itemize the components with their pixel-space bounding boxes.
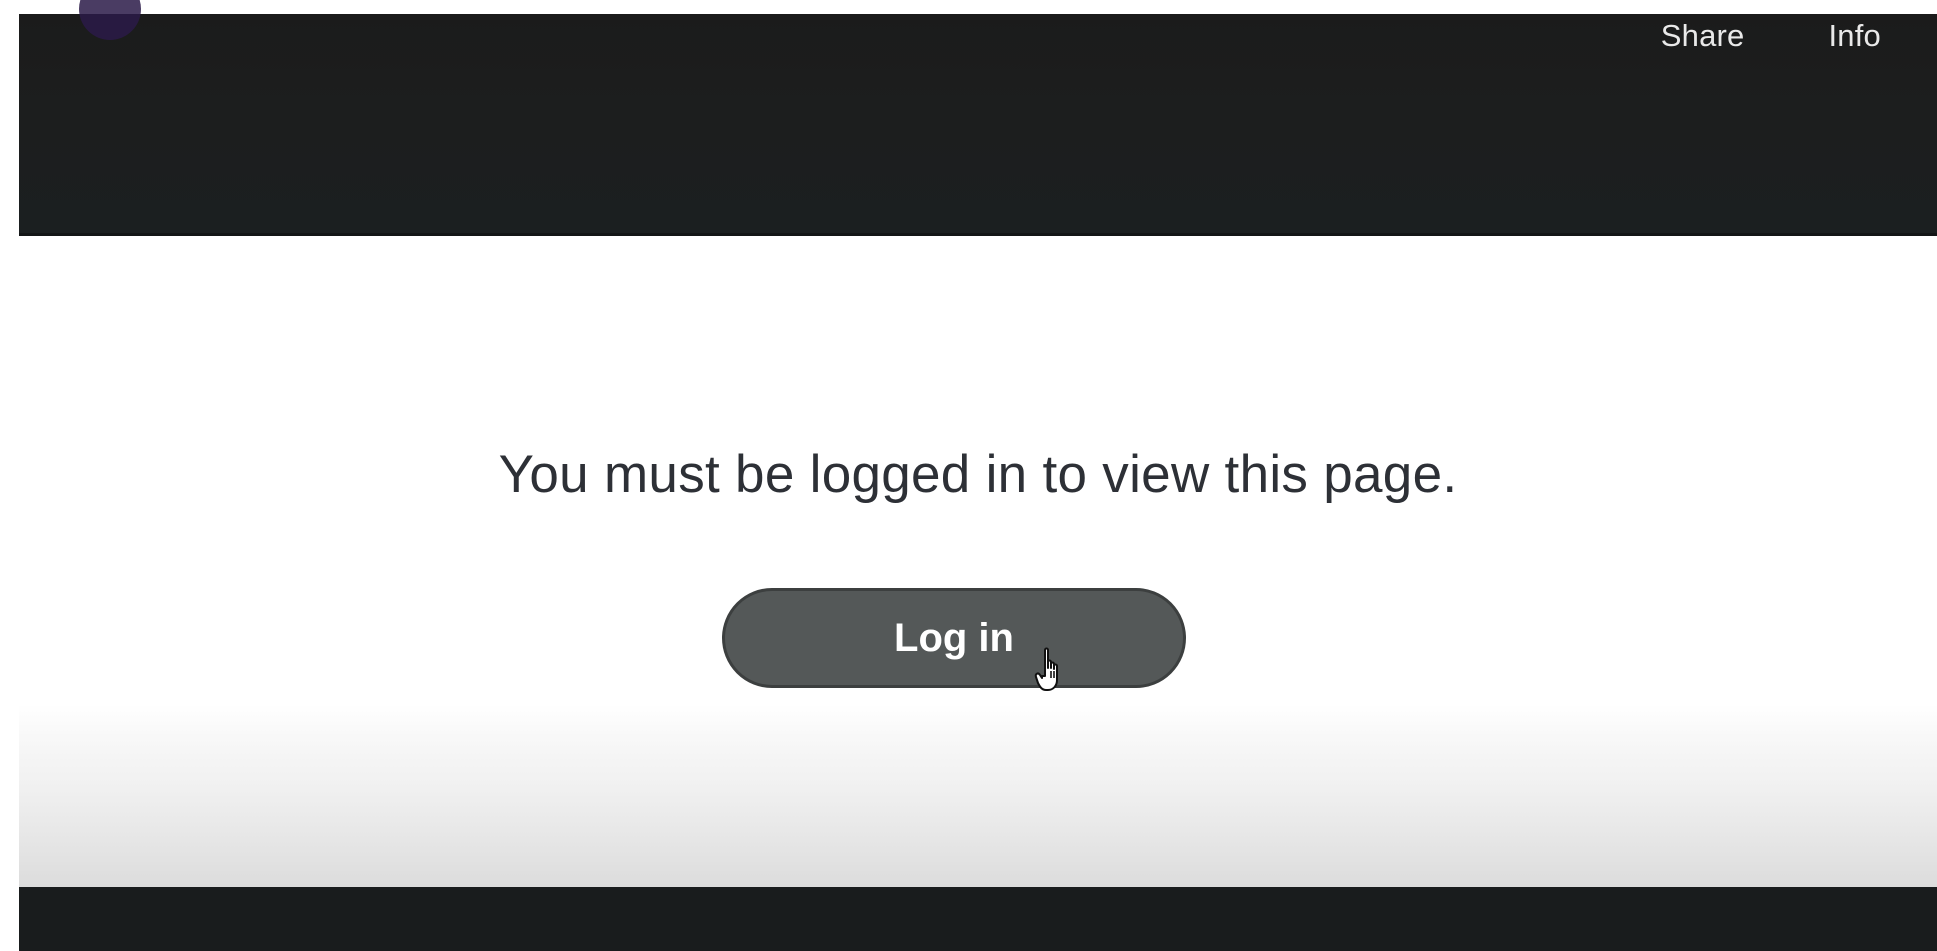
site-footer [19, 887, 1937, 951]
site-header: Share Info [19, 0, 1937, 236]
page: Share Info You must be logged in to view… [0, 0, 1937, 951]
main-content: You must be logged in to view this page.… [19, 236, 1937, 887]
share-link[interactable]: Share [1661, 18, 1745, 54]
logo-icon[interactable] [79, 0, 141, 40]
hand-pointer-icon [1034, 647, 1058, 691]
top-strip [0, 0, 1937, 14]
header-nav: Share Info [1661, 14, 1881, 58]
login-button[interactable]: Log in [722, 588, 1186, 688]
info-link[interactable]: Info [1828, 18, 1881, 54]
left-gutter [0, 0, 19, 951]
login-required-message: You must be logged in to view this page. [498, 445, 1458, 504]
